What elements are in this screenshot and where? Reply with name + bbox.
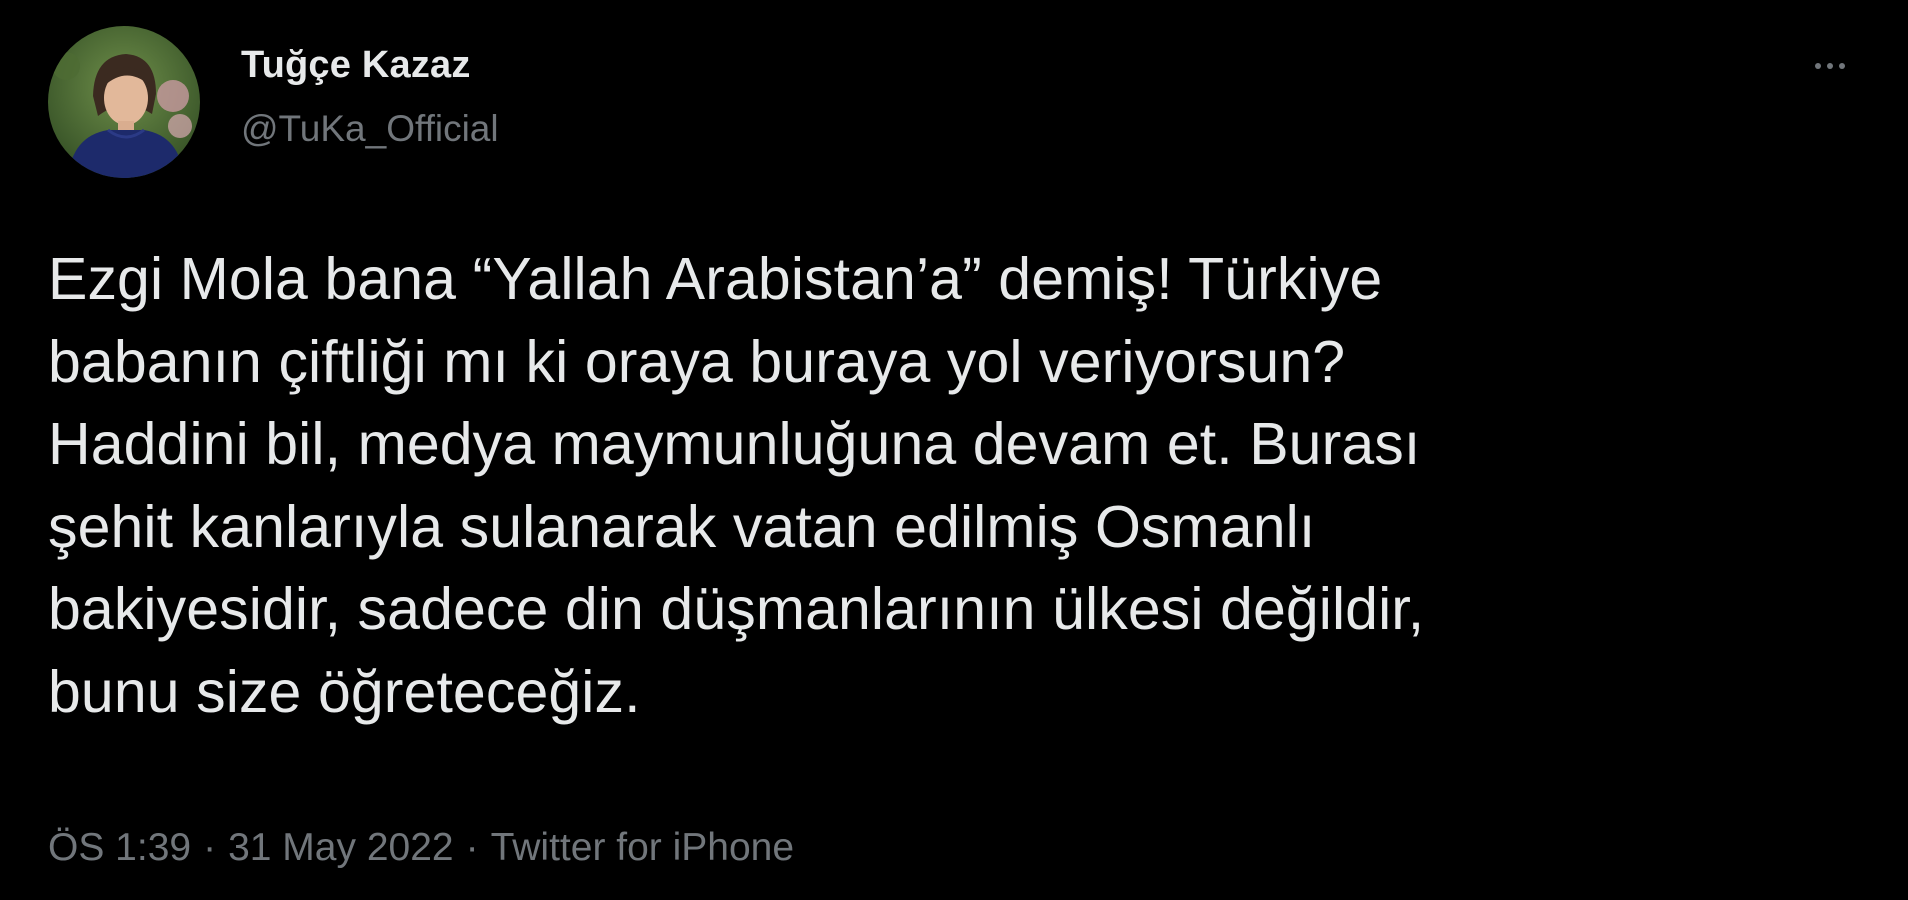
- tweet-card: Tuğçe Kazaz @TuKa_Official Ezgi Mola ban…: [0, 0, 1908, 900]
- ellipsis-icon: [1827, 63, 1833, 69]
- ellipsis-icon: [1839, 63, 1845, 69]
- more-options-button[interactable]: [1800, 46, 1860, 86]
- tweet-date[interactable]: 31 May 2022: [228, 826, 454, 870]
- user-handle[interactable]: @TuKa_Official: [241, 108, 499, 150]
- tweet-metadata: ÖS 1:39 · 31 May 2022 · Twitter for iPho…: [48, 826, 794, 870]
- tweet-time[interactable]: ÖS 1:39: [48, 826, 191, 870]
- display-name[interactable]: Tuğçe Kazaz: [241, 44, 471, 87]
- separator: ·: [465, 826, 479, 869]
- ellipsis-icon: [1815, 63, 1821, 69]
- profile-photo-icon: [48, 26, 200, 178]
- separator: ·: [203, 826, 217, 869]
- tweet-text: Ezgi Mola bana “Yallah Arabistan’a” demi…: [48, 246, 1425, 725]
- avatar[interactable]: [48, 26, 200, 178]
- tweet-source[interactable]: Twitter for iPhone: [491, 826, 794, 870]
